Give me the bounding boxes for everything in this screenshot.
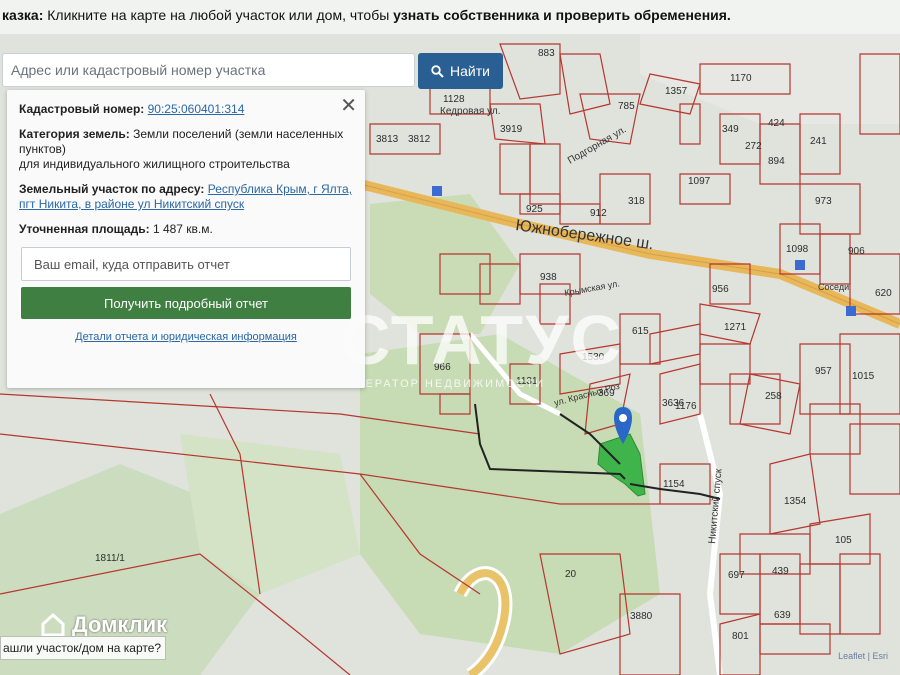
parcel-number: 369 <box>598 388 615 399</box>
search-button-label: Найти <box>450 63 490 79</box>
status-watermark: СТАТУС <box>340 301 624 379</box>
parcel-number: 912 <box>590 208 607 219</box>
parcel-number: 1354 <box>784 496 807 507</box>
instruction-prefix: казка: <box>2 7 44 23</box>
parcel-number: 318 <box>628 196 645 207</box>
parcel-number: 801 <box>732 631 749 642</box>
parcel-number: 1128 <box>443 94 465 105</box>
parcel-number: 883 <box>538 48 555 59</box>
parcel-number: 439 <box>772 566 789 577</box>
parcel-number: 424 <box>768 118 785 129</box>
search-icon <box>431 64 444 78</box>
parcel-number: 620 <box>875 288 892 299</box>
parcel-info-panel: ✕ Кадастровый номер: 90:25:060401:314 Ка… <box>7 90 365 388</box>
parcel-number: 105 <box>835 535 852 546</box>
parcel-number: 957 <box>815 366 832 377</box>
parcel-number: 906 <box>848 246 865 257</box>
parcel-number: 956 <box>712 284 729 295</box>
map-attribution[interactable]: Leaflet | Esri <box>838 651 888 661</box>
cadastral-label: Кадастровый номер: <box>19 102 145 116</box>
bus-stop-icon <box>846 306 856 316</box>
parcel-number: 639 <box>774 610 791 621</box>
parcel-number: 3880 <box>630 611 653 622</box>
land-category-label: Категория земель: <box>19 127 130 141</box>
parcel-number: 3636 <box>662 398 685 409</box>
parcel-number: 938 <box>540 272 557 283</box>
parcel-number: 785 <box>618 101 635 112</box>
instruction-bar: казка: Кликните на карте на любой участо… <box>0 0 900 34</box>
area-row: Уточненная площадь: 1 487 кв.м. <box>19 222 353 237</box>
instruction-bold: узнать собственника и проверить обремене… <box>393 7 731 23</box>
parcel-number: 349 <box>722 124 739 135</box>
parcel-number: 1097 <box>688 176 711 187</box>
parcel-number: 1170 <box>730 73 752 84</box>
bus-stop-icon <box>795 260 805 270</box>
street-label: Соседи <box>818 282 849 292</box>
bus-stop-icon <box>432 186 442 196</box>
parcel-number: 925 <box>526 204 543 215</box>
parcel-number: 1015 <box>852 371 875 382</box>
address-row: Земельный участок по адресу: Республика … <box>19 182 353 212</box>
parcel-number: 1154 <box>663 479 685 490</box>
search-button[interactable]: Найти <box>418 53 503 89</box>
cadastral-number-link[interactable]: 90:25:060401:314 <box>148 102 245 116</box>
email-field[interactable] <box>21 247 351 281</box>
parcel-number: 3812 <box>408 134 431 145</box>
get-report-button[interactable]: Получить подробный отчет <box>21 287 351 319</box>
parcel-number: 973 <box>815 196 832 207</box>
parcel-number: 697 <box>728 570 745 581</box>
parcel-number: 20 <box>565 569 577 580</box>
parcel-number: 1098 <box>786 244 809 255</box>
address-label: Земельный участок по адресу: <box>19 182 205 196</box>
parcel-number: 894 <box>768 156 785 167</box>
area-label: Уточненная площадь: <box>19 222 150 236</box>
status-watermark-subtitle: ОПЕРАТОР НЕДВИЖИМОСТИ <box>345 378 546 390</box>
parcel-number: 258 <box>765 391 782 402</box>
land-category-row: Категория земель: Земли поселений (земли… <box>19 127 353 172</box>
domclick-logo: Домклик <box>40 612 167 638</box>
street-label: Кедровая ул. <box>440 106 500 117</box>
land-use-value: для индивидуального жилищного строительс… <box>19 157 290 171</box>
parcel-number: 3919 <box>500 124 523 135</box>
parcel-number: 1271 <box>724 322 747 333</box>
search-input[interactable] <box>2 53 415 87</box>
parcel-number: 272 <box>745 141 762 152</box>
area-value: 1 487 кв.м. <box>152 222 213 236</box>
parcel-number: 1357 <box>665 86 688 97</box>
parcel-number: 615 <box>632 326 649 337</box>
parcel-number: 241 <box>810 136 827 147</box>
house-logo-icon <box>41 612 65 637</box>
parcel-number: 3813 <box>376 134 399 145</box>
cadastral-number-row: Кадастровый номер: 90:25:060401:314 <box>19 102 353 117</box>
parcel-number: 1811/1 <box>95 553 125 564</box>
found-parcel-prompt[interactable]: ашли участок/дом на карте? <box>0 636 167 660</box>
instruction-text: Кликните на карте на любой участок или д… <box>43 7 394 23</box>
report-details-link[interactable]: Детали отчета и юридическая информация <box>19 331 353 343</box>
domclick-logo-text: Домклик <box>72 612 168 637</box>
close-icon[interactable]: ✕ <box>340 96 357 116</box>
